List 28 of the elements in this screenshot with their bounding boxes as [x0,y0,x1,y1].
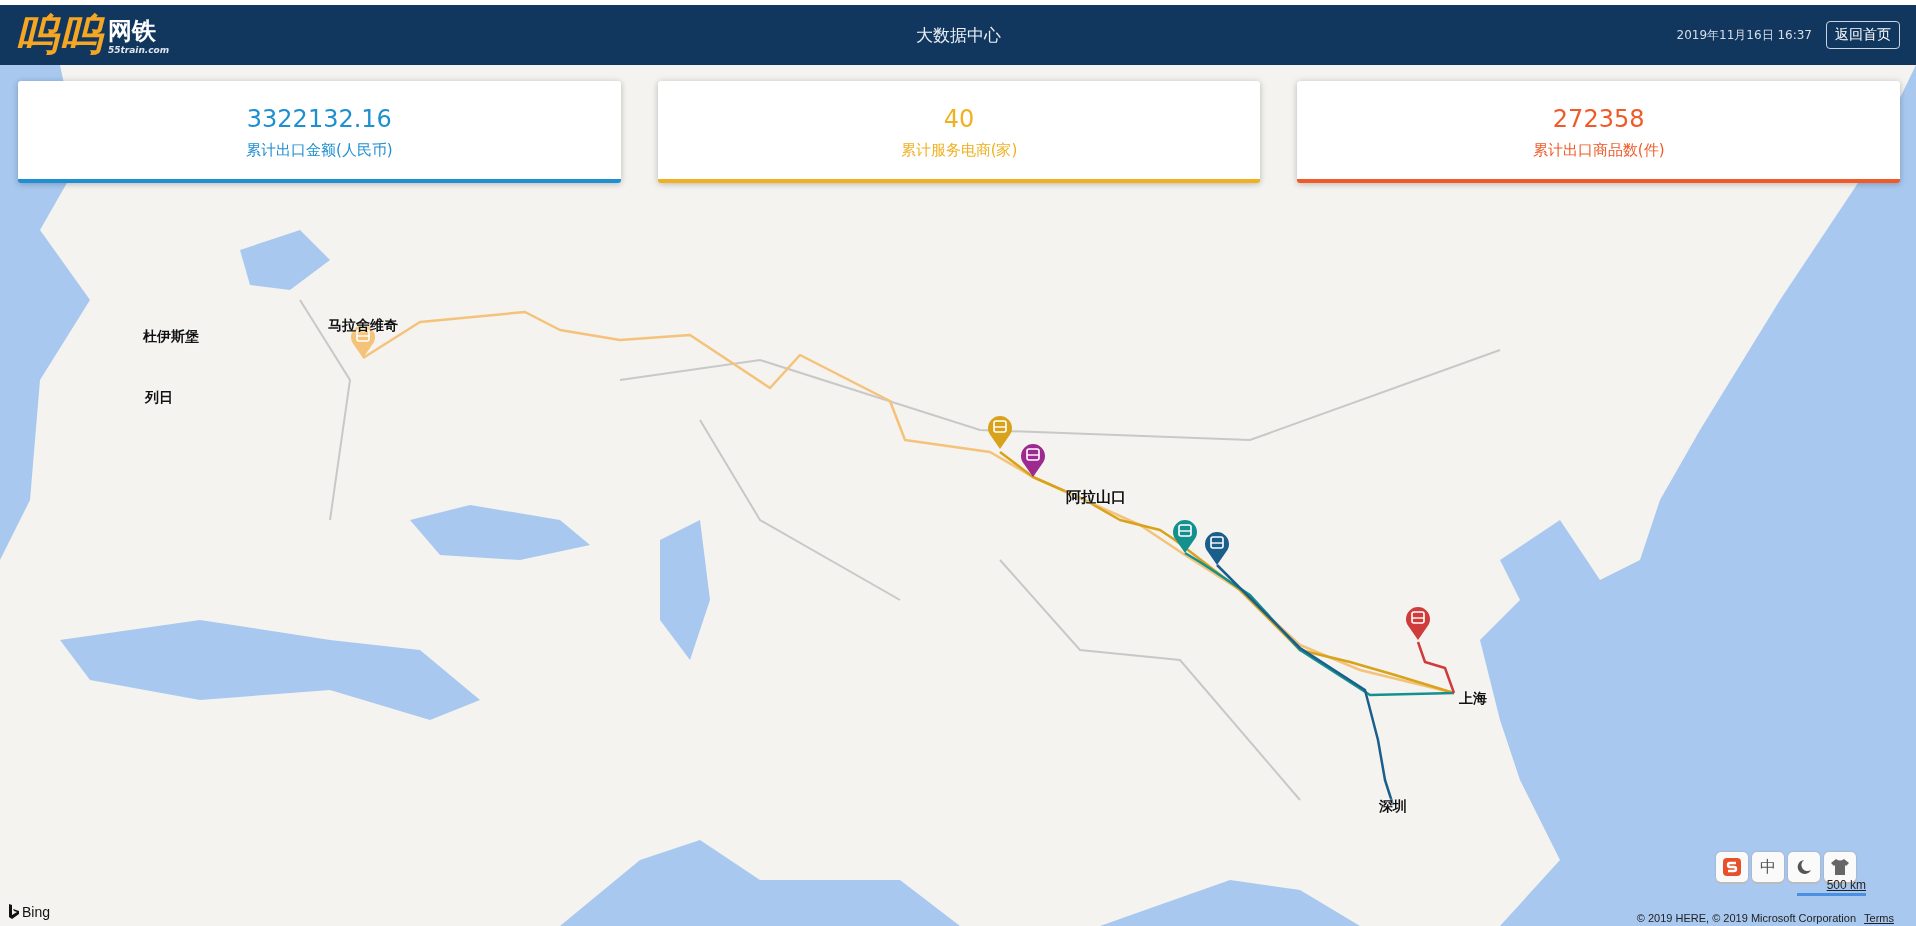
stat-label: 累计出口金额(人民币) [245,140,393,160]
stat-value: 272358 [1552,104,1645,133]
scale-bar: 500 km [1796,878,1866,896]
map-pin-icon[interactable] [1021,444,1045,477]
home-button[interactable]: 返回首页 [1826,21,1900,49]
map-pin-icon[interactable] [1205,532,1229,565]
stat-label: 累计服务电商(家) [900,140,1018,160]
input-method-logo-icon[interactable] [1716,852,1748,882]
city-label: 马拉舍维奇 [328,317,398,335]
stat-label: 累计出口商品数(件) [1532,140,1665,160]
stat-value: 3322132.16 [246,104,392,133]
shirt-icon[interactable] [1824,852,1856,882]
bing-text: Bing [22,904,51,920]
city-label: 杜伊斯堡 [143,328,199,346]
logo-text: 网铁 [108,17,156,45]
city-label: 深圳 [1379,798,1407,816]
city-label: 列日 [145,389,173,407]
datetime: 2019年11月16日 16:37 [1676,26,1812,44]
language-toggle-button[interactable]: 中 [1752,852,1784,882]
stat-value: 40 [943,104,975,133]
moon-icon[interactable] [1788,852,1820,882]
bing-icon [8,904,20,920]
logo-domain: 55train.com [108,45,170,55]
page-title: 大数据中心 [915,23,1001,47]
logo-text: 呜呜 [16,11,104,59]
terms-link[interactable]: Terms [1864,912,1894,924]
city-label: 上海 [1459,690,1487,708]
map-attribution: © 2019 HERE, © 2019 Microsoft Corporation [1636,912,1857,924]
